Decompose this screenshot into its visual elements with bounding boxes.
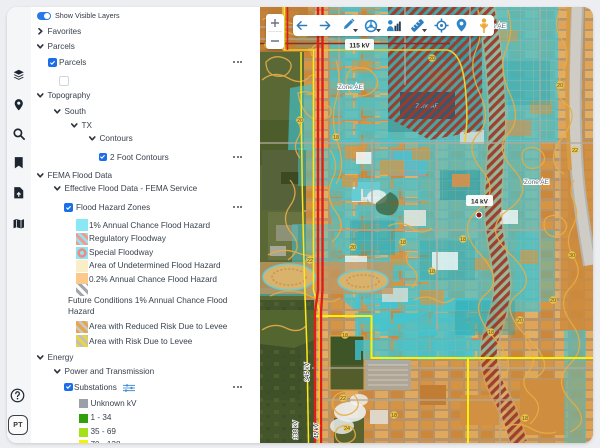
svg-text:18: 18 xyxy=(460,237,466,243)
svg-text:18: 18 xyxy=(488,330,494,336)
svg-text:45 kV: 45 kV xyxy=(315,423,321,438)
svg-text:20: 20 xyxy=(429,56,435,62)
svg-text:18: 18 xyxy=(429,269,435,275)
svg-text:24: 24 xyxy=(344,426,350,432)
svg-text:18: 18 xyxy=(522,416,528,422)
svg-text:22: 22 xyxy=(572,148,578,154)
svg-text:18: 18 xyxy=(342,333,348,339)
svg-text:345 kV: 345 kV xyxy=(305,363,311,382)
svg-text:138 kV: 138 kV xyxy=(294,421,300,440)
svg-text:22: 22 xyxy=(307,258,313,264)
svg-text:20: 20 xyxy=(517,318,523,324)
svg-text:20: 20 xyxy=(557,83,563,89)
svg-text:14 kV: 14 kV xyxy=(471,199,489,206)
svg-text:20: 20 xyxy=(350,245,356,251)
svg-text:22: 22 xyxy=(340,396,346,402)
svg-text:18: 18 xyxy=(333,135,339,141)
svg-text:18: 18 xyxy=(391,413,397,419)
svg-text:Zone AE: Zone AE xyxy=(338,84,364,91)
svg-text:30: 30 xyxy=(569,253,575,259)
svg-text:20: 20 xyxy=(297,118,303,124)
svg-text:20: 20 xyxy=(550,298,556,304)
svg-text:Zone AE: Zone AE xyxy=(524,179,550,186)
svg-text:18: 18 xyxy=(400,240,406,246)
svg-text:115 kV: 115 kV xyxy=(349,43,370,50)
